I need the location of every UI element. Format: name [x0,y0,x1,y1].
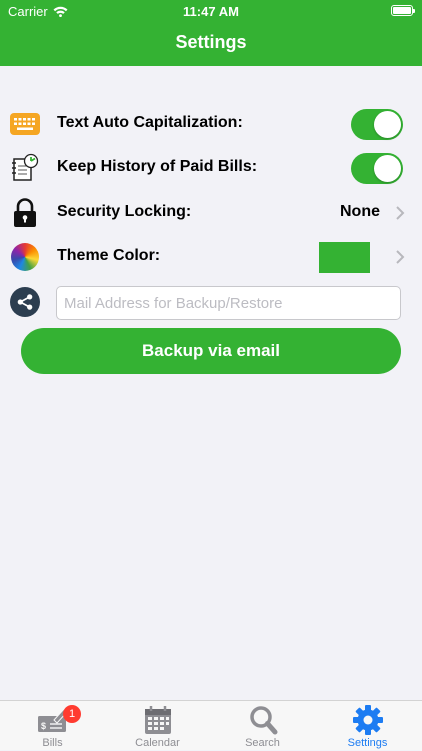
setting-row-theme-color[interactable]: Theme Color: [0,235,422,279]
calendar-icon [145,706,171,734]
settings-content: Text Auto Capitalization: Keep History o… [0,66,422,700]
gear-icon [353,705,383,735]
lock-icon [10,198,40,228]
chevron-right-icon [396,206,405,220]
history-notepad-icon [10,153,40,183]
share-icon [10,287,40,317]
toggle-knob [374,155,401,182]
tab-settings[interactable]: Settings [315,701,420,751]
page-title: Settings [175,32,247,52]
tab-bills[interactable]: $ 1 Bills [0,701,105,751]
setting-label: Keep History of Paid Bills: [57,158,258,175]
tab-label: Bills [42,737,63,749]
tab-bar: $ 1 Bills Calendar Search Settings [0,700,422,750]
toggle-knob [374,111,401,138]
backup-via-email-button[interactable]: Backup via email [21,328,401,374]
security-locking-value: None [340,203,380,220]
tab-calendar[interactable]: Calendar [105,701,210,751]
backup-email-field[interactable] [56,286,401,320]
status-time: 11:47 AM [183,4,239,19]
tab-label: Calendar [135,737,180,749]
color-wheel-icon [10,242,40,272]
search-icon [250,706,278,735]
top-bar: Carrier 11:47 AM Settings [0,0,422,66]
svg-text:$: $ [41,721,46,731]
setting-row-text-auto-capitalization: Text Auto Capitalization: [0,102,422,146]
tab-label: Search [245,737,280,749]
tab-label: Settings [347,737,388,749]
keyboard-icon [10,109,40,139]
text-auto-capitalization-toggle[interactable] [351,109,403,140]
bills-badge: 1 [63,705,81,723]
setting-label: Theme Color: [57,247,161,264]
battery-icon [391,5,415,16]
keep-history-toggle[interactable] [351,153,403,184]
setting-row-keep-history: Keep History of Paid Bills: [0,146,422,190]
theme-color-swatch [319,242,370,273]
chevron-right-icon [396,250,405,264]
tab-search[interactable]: Search [210,701,315,751]
setting-label: Text Auto Capitalization: [57,114,243,131]
status-bar: Carrier 11:47 AM [0,0,422,22]
setting-row-security-locking[interactable]: Security Locking: None [0,191,422,235]
setting-label: Security Locking: [57,203,192,220]
